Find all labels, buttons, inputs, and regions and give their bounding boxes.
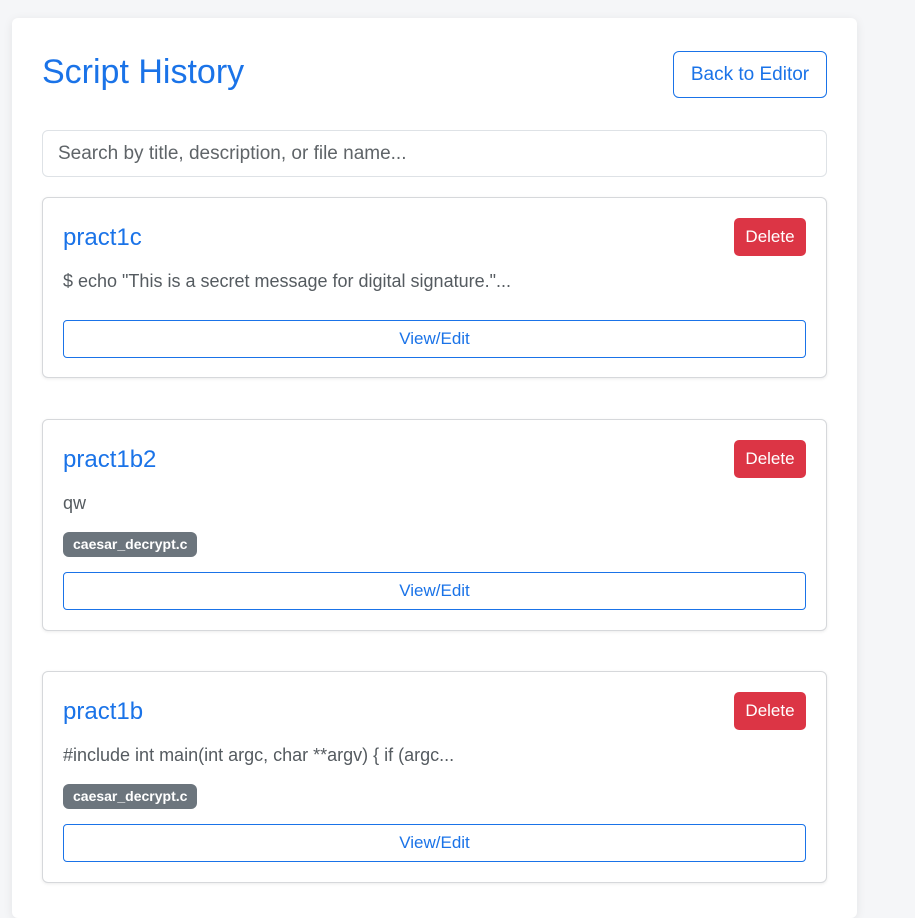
script-card: pract1b2 Delete qw caesar_decrypt.c View… [42,419,827,631]
script-history-panel: Script History Back to Editor pract1c De… [12,18,857,918]
script-card: pract1b Delete #include int main(int arg… [42,671,827,883]
view-edit-button[interactable]: View/Edit [63,572,806,610]
view-edit-button[interactable]: View/Edit [63,824,806,862]
back-to-editor-button[interactable]: Back to Editor [673,51,827,98]
view-edit-button[interactable]: View/Edit [63,320,806,358]
page-title: Script History [42,53,245,91]
script-description: qw [63,493,87,513]
delete-button[interactable]: Delete [734,692,806,730]
file-badge: caesar_decrypt.c [63,784,198,809]
script-title[interactable]: pract1b [63,696,143,728]
script-title[interactable]: pract1c [63,222,142,254]
script-card: pract1c Delete $ echo "This is a secret … [42,197,827,378]
script-description: $ echo "This is a secret message for dig… [63,271,511,291]
delete-button[interactable]: Delete [734,218,806,256]
header: Script History Back to Editor [42,51,827,98]
script-title[interactable]: pract1b2 [63,444,156,476]
delete-button[interactable]: Delete [734,440,806,478]
file-badge: caesar_decrypt.c [63,532,198,557]
search-input[interactable] [42,130,827,177]
script-description: #include int main(int argc, char **argv)… [63,745,455,765]
